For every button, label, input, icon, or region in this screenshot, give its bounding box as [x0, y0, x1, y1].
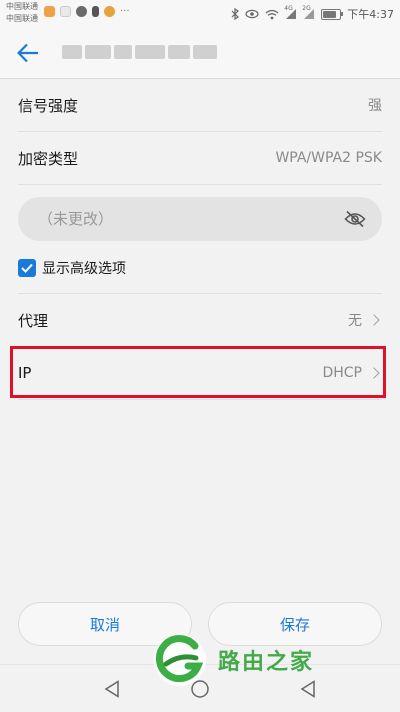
- network-name-redacted: [62, 45, 217, 59]
- wifi-details: 信号强度 强 加密类型 WPA/WPA2 PSK 显示高级选项 代理 无 IP …: [0, 79, 400, 400]
- bluetooth-icon: [231, 8, 240, 20]
- encryption-value: WPA/WPA2 PSK: [275, 150, 382, 166]
- app-header: [0, 28, 400, 79]
- battery-saver-icon: [92, 6, 99, 17]
- ip-value: DHCP: [322, 365, 362, 381]
- triangle-back-icon: [104, 680, 119, 698]
- notification-icons: ···: [44, 6, 130, 17]
- watermark: 路由之家: [152, 628, 352, 692]
- carrier-labels: 中国联通 中国联通: [6, 1, 38, 25]
- back-arrow-icon: [17, 43, 38, 63]
- encryption-label: 加密类型: [18, 149, 79, 168]
- eye-off-icon: [344, 210, 366, 228]
- password-section: [18, 185, 382, 253]
- back-button[interactable]: [10, 36, 46, 70]
- advanced-options-checkbox[interactable]: [18, 259, 36, 277]
- nav-back-button[interactable]: [100, 677, 124, 701]
- proxy-row[interactable]: 代理 无: [18, 294, 382, 347]
- photos-notification-icon: [60, 6, 71, 17]
- password-input[interactable]: [36, 209, 320, 229]
- checkmark-icon: [21, 263, 33, 273]
- chevron-right-icon: [368, 314, 380, 326]
- wifi-icon: [265, 9, 279, 19]
- proxy-value: 无: [348, 313, 362, 329]
- encryption-row: 加密类型 WPA/WPA2 PSK: [18, 132, 382, 185]
- signal-strength-row: 信号强度 强: [18, 79, 382, 132]
- advanced-options-label: 显示高级选项: [42, 261, 126, 277]
- carrier-2: 中国联通: [6, 14, 38, 23]
- chevron-right-icon: [368, 367, 380, 379]
- more-notifications-icon: ···: [120, 6, 130, 17]
- status-bar: 中国联通 中国联通 ··· 4G 2G 下午4:37: [0, 0, 400, 28]
- system-status: 4G 2G 下午4:37: [231, 5, 394, 22]
- clock: 下午4:37: [347, 8, 394, 21]
- weibo-notification-icon: [104, 6, 115, 17]
- signal-2: 2G: [302, 5, 315, 19]
- toggle-password-visibility-button[interactable]: [342, 206, 368, 232]
- app-notification-icon: [44, 6, 55, 17]
- carrier-1: 中国联通: [6, 2, 38, 11]
- wechat-notification-icon: [76, 6, 87, 17]
- signal-strength-value: 强: [368, 98, 382, 114]
- battery-icon: [321, 8, 344, 20]
- signal-strength-label: 信号强度: [18, 96, 79, 115]
- proxy-label: 代理: [18, 311, 49, 330]
- watermark-logo-icon: [154, 634, 206, 686]
- ip-label: IP: [18, 364, 32, 382]
- ip-row[interactable]: IP DHCP: [18, 347, 382, 400]
- watermark-text: 路由之家: [218, 650, 315, 675]
- eye-comfort-icon: [245, 9, 259, 19]
- signal-1: 4G: [284, 5, 297, 19]
- password-field-container: [18, 197, 382, 241]
- advanced-options-row: 显示高级选项: [18, 253, 382, 294]
